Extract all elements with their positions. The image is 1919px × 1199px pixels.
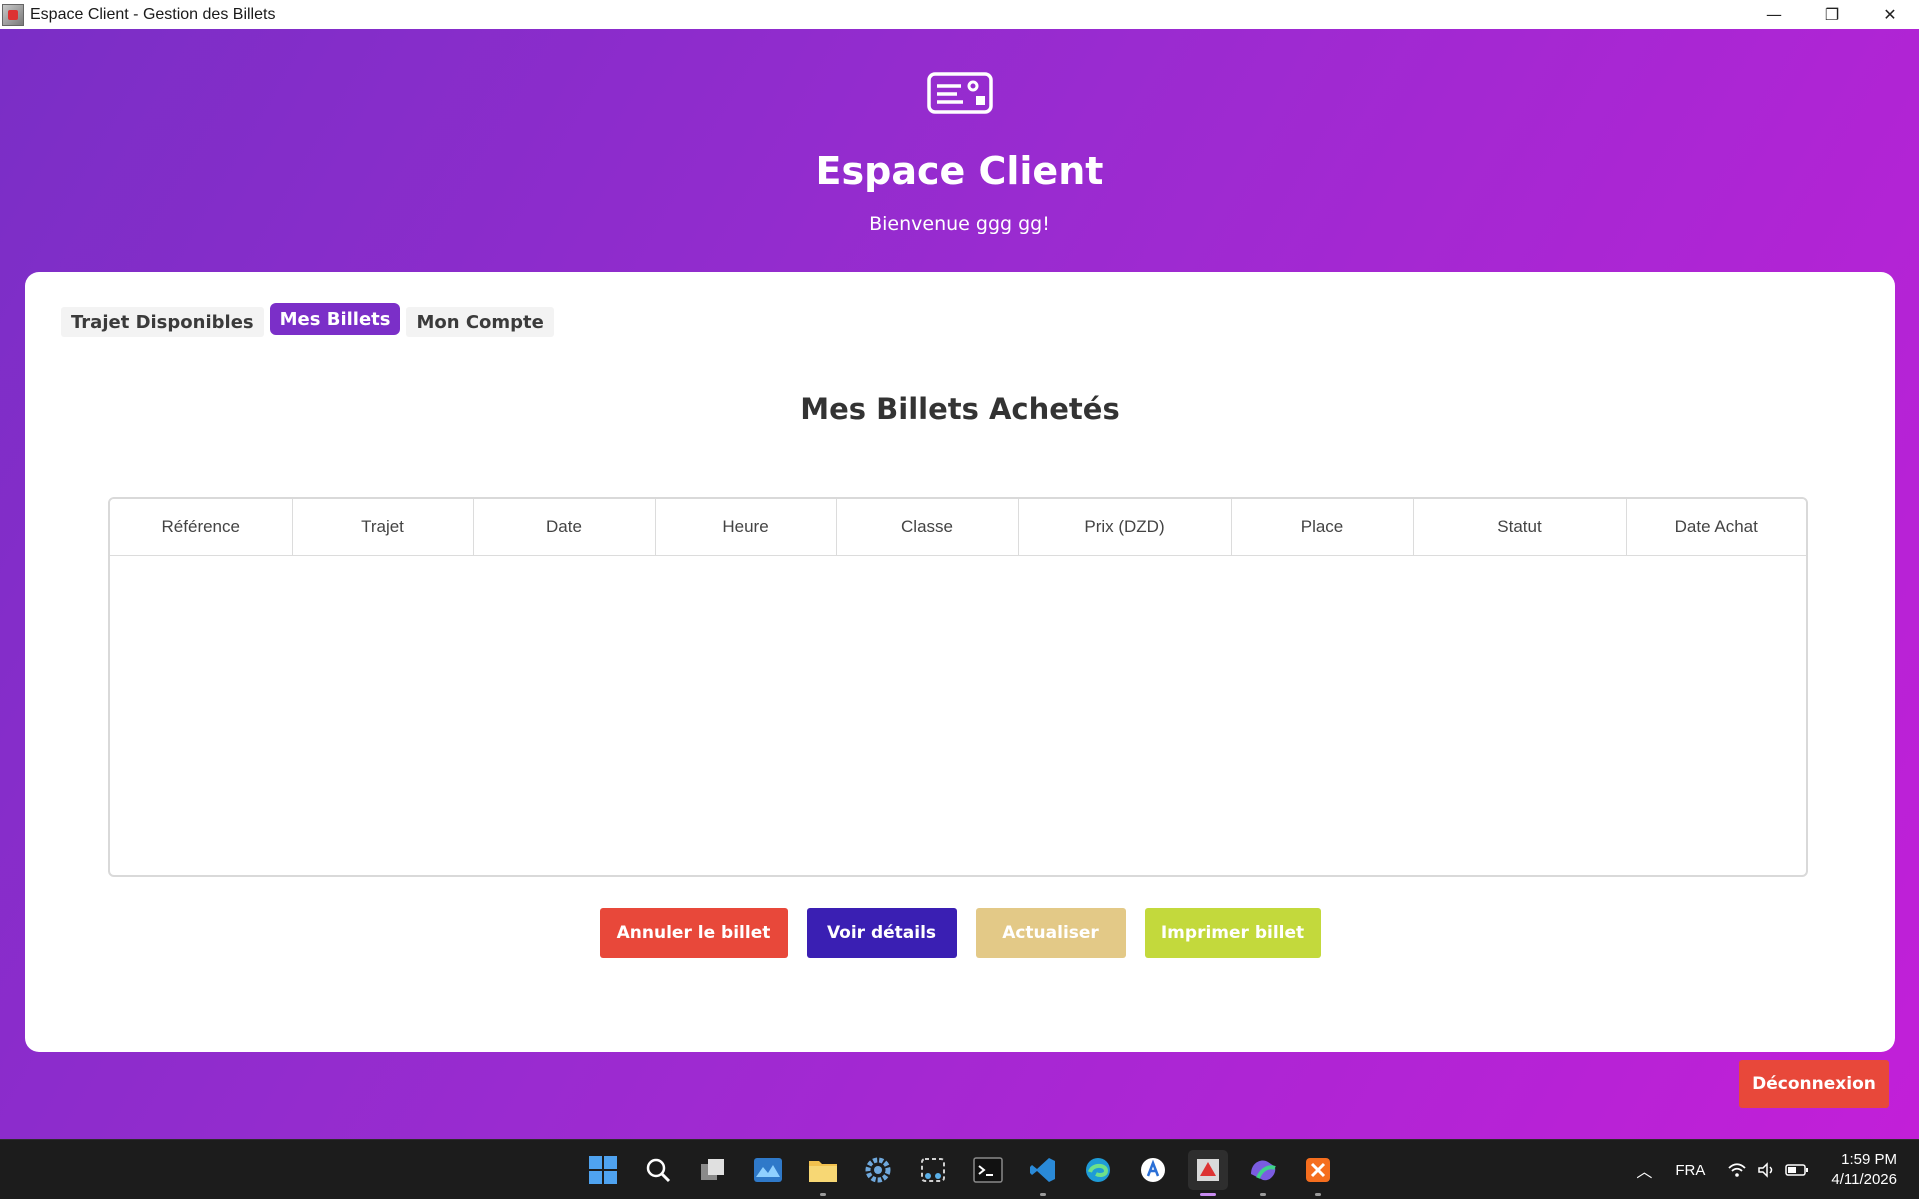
language-indicator[interactable]: FRA [1675, 1162, 1705, 1179]
xampp-icon[interactable] [1298, 1150, 1338, 1196]
welcome-message: Bienvenue ggg gg! [869, 213, 1050, 235]
logout-button[interactable]: Déconnexion [1739, 1060, 1889, 1108]
system-tray: ︿ FRA 1:59 PM 4/11/2026 [1629, 1140, 1919, 1199]
tickets-table[interactable]: Référence Trajet Date Heure Classe Prix … [108, 497, 1808, 877]
action-bar: Annuler le billet Voir détails Actualise… [25, 908, 1895, 958]
vscode-icon[interactable] [1023, 1150, 1063, 1196]
maximize-button[interactable]: ❐ [1803, 0, 1861, 29]
terminal-icon[interactable] [968, 1150, 1008, 1190]
snipping-tool-icon[interactable] [913, 1150, 953, 1190]
wifi-icon [1728, 1163, 1747, 1177]
tab-mes-billets[interactable]: Mes Billets [269, 303, 401, 335]
start-icon[interactable] [583, 1150, 623, 1190]
refresh-button[interactable]: Actualiser [975, 908, 1126, 958]
column-header-trajet[interactable]: Trajet [292, 499, 474, 556]
volume-icon [1758, 1162, 1773, 1178]
show-hidden-icons-chevron-icon[interactable]: ︿ [1629, 1158, 1659, 1182]
column-header-heure[interactable]: Heure [655, 499, 837, 556]
column-header-prix[interactable]: Prix (DZD) [1018, 499, 1232, 556]
column-header-date[interactable]: Date [473, 499, 656, 556]
cancel-ticket-button[interactable]: Annuler le billet [599, 908, 788, 958]
minimize-button[interactable]: — [1745, 0, 1803, 29]
search-icon[interactable] [638, 1150, 678, 1190]
m365-icon[interactable] [1243, 1150, 1283, 1196]
task-view-icon[interactable] [693, 1150, 733, 1190]
column-header-statut[interactable]: Statut [1413, 499, 1627, 556]
close-button[interactable]: ✕ [1861, 0, 1919, 29]
taskbar: ︿ FRA 1:59 PM 4/11/2026 [0, 1139, 1919, 1199]
column-header-place[interactable]: Place [1231, 499, 1414, 556]
column-header-reference[interactable]: Référence [110, 499, 293, 556]
battery-icon [1785, 1164, 1809, 1176]
column-header-classe[interactable]: Classe [836, 499, 1019, 556]
settings-icon[interactable] [858, 1150, 898, 1190]
system-status-icons[interactable] [1727, 1162, 1809, 1178]
widgets-icon[interactable] [748, 1150, 788, 1190]
column-header-date-achat[interactable]: Date Achat [1626, 499, 1806, 556]
print-ticket-button[interactable]: Imprimer billet [1144, 908, 1321, 958]
taskbar-apps [583, 1150, 1338, 1196]
java-app-icon[interactable] [1188, 1150, 1228, 1196]
tab-bar: Trajet Disponibles Mes Billets Mon Compt… [61, 303, 554, 337]
window-title: Espace Client - Gestion des Billets [30, 5, 276, 23]
app-icon [2, 3, 24, 26]
tab-mon-compte[interactable]: Mon Compte [406, 307, 554, 337]
clock-time: 1:59 PM [1841, 1151, 1897, 1168]
table-header-row: Référence Trajet Date Heure Classe Prix … [110, 499, 1806, 556]
page-title: Espace Client [815, 149, 1104, 193]
main-card: Trajet Disponibles Mes Billets Mon Compt… [25, 272, 1895, 1052]
edge-icon[interactable] [1078, 1150, 1118, 1190]
window-titlebar: Espace Client - Gestion des Billets — ❐ … [0, 0, 1919, 29]
clock-date: 4/11/2026 [1831, 1171, 1897, 1188]
view-details-button[interactable]: Voir détails [806, 908, 957, 958]
clock[interactable]: 1:59 PM 4/11/2026 [1831, 1150, 1897, 1190]
window-controls: — ❐ ✕ [1745, 0, 1919, 29]
app-store-icon[interactable] [1133, 1150, 1173, 1190]
section-title: Mes Billets Achetés [800, 392, 1120, 426]
tab-trajet-disponibles[interactable]: Trajet Disponibles [61, 307, 264, 337]
file-explorer-icon[interactable] [803, 1150, 843, 1196]
ticket-icon [927, 72, 993, 114]
app-area: Espace Client Bienvenue ggg gg! Trajet D… [0, 29, 1919, 1139]
